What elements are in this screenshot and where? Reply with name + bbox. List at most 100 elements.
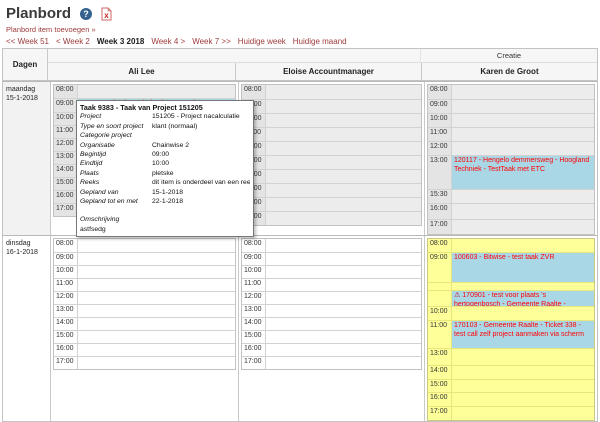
time-slot[interactable]: 13:00 — [242, 304, 421, 317]
slot-area[interactable] — [78, 344, 235, 356]
slot-area[interactable] — [266, 279, 421, 291]
time-slot[interactable]: 13:00 120117 - Hengelo demmersweg - Hoogl… — [428, 155, 594, 189]
time-slot[interactable]: 08:00 — [54, 239, 235, 252]
time-slot[interactable]: 09:00 — [242, 99, 421, 113]
slot-area[interactable] — [266, 344, 421, 356]
weeknav-link-1[interactable]: < Week 2 — [56, 37, 90, 46]
time-slot[interactable]: 11:00 — [54, 278, 235, 291]
slot-area[interactable] — [452, 85, 594, 99]
slot-area[interactable] — [266, 156, 421, 169]
time-slot[interactable]: 16:00 — [242, 197, 421, 211]
time-slot[interactable]: 17:00 — [54, 356, 235, 369]
time-slot[interactable]: 13:00 — [428, 348, 594, 365]
slot-area[interactable] — [78, 305, 235, 317]
slot-area[interactable] — [78, 279, 235, 291]
time-slot[interactable]: 10:00 — [428, 306, 594, 320]
time-slot[interactable]: 15:00 — [242, 183, 421, 197]
time-slot[interactable]: 12:00 — [242, 291, 421, 304]
slot-area[interactable] — [78, 292, 235, 304]
slot-area[interactable] — [78, 239, 235, 252]
slot-area[interactable] — [266, 170, 421, 183]
slot-area[interactable]: ⚠ 170901 - test voor plaats 's hertogenbo… — [452, 291, 594, 306]
time-slot[interactable]: 09:00 — [242, 252, 421, 265]
time-slot[interactable]: 08:00 — [428, 85, 594, 99]
time-slot[interactable]: 10:00 — [242, 113, 421, 127]
slot-area[interactable] — [452, 204, 594, 219]
slot-area[interactable] — [452, 239, 594, 252]
time-slot[interactable]: 09:00 100603 - Bitwise - test taak ZVR — [428, 252, 594, 282]
time-slot[interactable]: 16:00 — [428, 392, 594, 406]
slot-area[interactable] — [452, 190, 594, 203]
time-slot[interactable]: 09:00 — [428, 99, 594, 113]
weeknav-link-5[interactable]: Huidige week — [238, 37, 286, 46]
time-slot[interactable]: 16:00 — [428, 203, 594, 219]
time-slot[interactable]: 11:00 170103 - Gemeente Raalte - Ticket 3… — [428, 320, 594, 348]
slot-area[interactable] — [266, 239, 421, 252]
time-slot[interactable]: 14:00 — [242, 169, 421, 183]
slot-area[interactable] — [266, 114, 421, 127]
time-slot[interactable]: 11:00 — [428, 127, 594, 141]
slot-area[interactable] — [452, 114, 594, 127]
slot-area[interactable] — [266, 142, 421, 155]
slot-area[interactable]: 120117 - Hengelo demmersweg - Hoogland T… — [452, 156, 594, 189]
time-slot[interactable]: 10:00 — [428, 113, 594, 127]
slot-area[interactable] — [266, 292, 421, 304]
slot-area[interactable] — [78, 253, 235, 265]
task-item[interactable]: 120117 - Hengelo demmersweg - Hoogland T… — [452, 156, 594, 189]
time-slot[interactable]: 11:00 — [242, 127, 421, 141]
time-slot[interactable]: 12:00 — [242, 141, 421, 155]
time-slot[interactable]: 15:00 — [242, 330, 421, 343]
time-slot[interactable]: 08:00 — [54, 85, 235, 98]
time-slot[interactable]: 13:00 — [54, 304, 235, 317]
slot-area[interactable] — [266, 128, 421, 141]
time-slot[interactable]: 14:00 — [54, 317, 235, 330]
time-slot[interactable]: 09:00 — [54, 252, 235, 265]
time-slot[interactable]: 16:00 — [242, 343, 421, 356]
time-slot[interactable]: 17:00 — [242, 211, 421, 225]
time-slot[interactable]: 15:30 — [428, 189, 594, 203]
weeknav-link-0[interactable]: << Week 51 — [6, 37, 49, 46]
task-item[interactable]: ⚠ 170901 - test voor plaats 's hertogenbo… — [452, 291, 594, 306]
slot-area[interactable] — [78, 357, 235, 369]
help-icon[interactable]: ? — [80, 7, 93, 20]
excel-export-icon[interactable]: x — [101, 6, 112, 21]
time-slot[interactable]: 10:00 — [242, 265, 421, 278]
weeknav-link-3[interactable]: Week 4 > — [151, 37, 185, 46]
slot-area[interactable]: 170103 - Gemeente Raalte - Ticket 338 - … — [452, 321, 594, 348]
task-item[interactable]: 170103 - Gemeente Raalte - Ticket 338 - … — [452, 321, 594, 348]
time-slot[interactable]: 08:00 — [428, 239, 594, 252]
slot-area[interactable] — [266, 198, 421, 211]
slot-area[interactable] — [266, 100, 421, 113]
weeknav-link-4[interactable]: Week 7 >> — [192, 37, 231, 46]
slot-area[interactable] — [266, 85, 421, 99]
time-slot[interactable]: 17:00 — [242, 356, 421, 369]
slot-area[interactable]: 100603 - Bitwise - test taak ZVR — [452, 253, 594, 282]
task-item[interactable]: 100603 - Bitwise - test taak ZVR — [452, 253, 594, 282]
slot-area[interactable] — [452, 128, 594, 141]
time-slot[interactable]: 08:00 — [242, 85, 421, 99]
time-slot[interactable]: 14:00 — [428, 365, 594, 379]
time-slot[interactable]: 16:00 — [54, 343, 235, 356]
time-slot[interactable]: 11:00 — [242, 278, 421, 291]
slot-area[interactable] — [452, 283, 594, 290]
time-slot[interactable]: 10:00 — [54, 265, 235, 278]
slot-area[interactable] — [452, 349, 594, 365]
time-slot[interactable]: 15:00 — [54, 330, 235, 343]
time-slot[interactable] — [428, 282, 594, 290]
slot-area[interactable] — [452, 307, 594, 320]
slot-area[interactable] — [452, 142, 594, 155]
slot-area[interactable] — [452, 220, 594, 234]
slot-area[interactable] — [266, 331, 421, 343]
time-slot[interactable]: ⚠ 170901 - test voor plaats 's hertogenbo… — [428, 290, 594, 306]
slot-area[interactable] — [452, 366, 594, 379]
slot-area[interactable] — [266, 318, 421, 330]
time-slot[interactable]: 15:00 — [428, 379, 594, 392]
slot-area[interactable] — [452, 380, 594, 392]
slot-area[interactable] — [266, 357, 421, 369]
slot-area[interactable] — [266, 184, 421, 197]
slot-area[interactable] — [266, 212, 421, 225]
slot-area[interactable] — [78, 85, 235, 98]
weeknav-link-6[interactable]: Huidige maand — [293, 37, 347, 46]
slot-area[interactable] — [78, 318, 235, 330]
slot-area[interactable] — [452, 393, 594, 406]
